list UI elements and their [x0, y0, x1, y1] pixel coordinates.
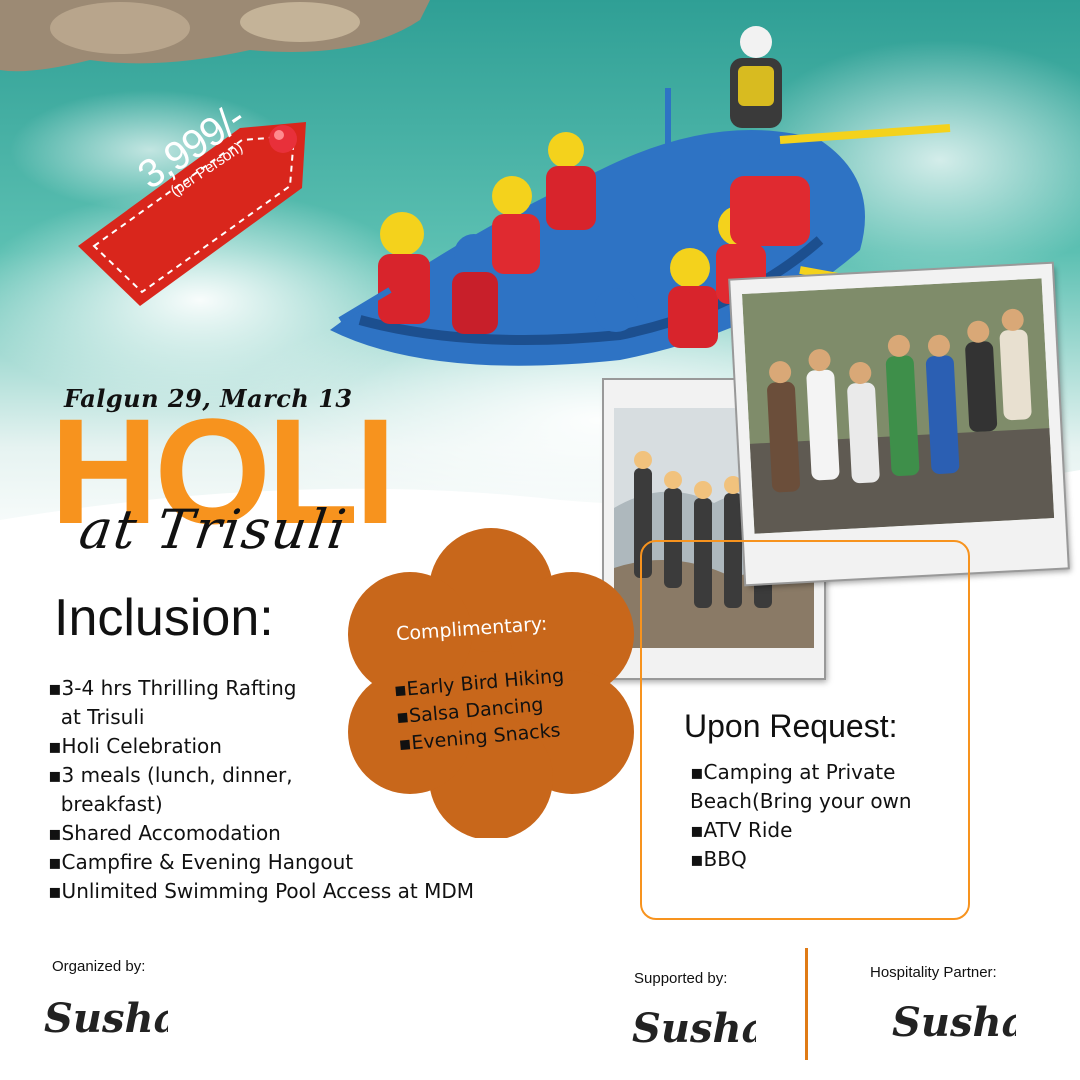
svg-text:Sushan: Sushan [632, 1005, 756, 1052]
organizer-logo: Sushan [44, 995, 168, 1042]
group-photo-wall [730, 263, 1068, 585]
svg-text:Sushan: Sushan [44, 995, 168, 1042]
event-subtitle: at Trisuli [75, 498, 352, 561]
upon-request-list: ▪Camping at Private Beach(Bring your own… [690, 758, 912, 874]
supported-by-label: Supported by: [634, 970, 728, 987]
list-item: ▪Camping at Private Beach(Bring your own [690, 760, 912, 813]
list-item: ▪ATV Ride [690, 818, 793, 842]
hospitality-partner-logo: Sushan [892, 999, 1016, 1046]
organized-by-label: Organized by: [52, 958, 146, 975]
list-item: ▪BBQ [690, 847, 747, 871]
hospitality-partner-label: Hospitality Partner: [870, 964, 997, 981]
complimentary-list: ▪Early Bird Hiking ▪Salsa Dancing ▪Eveni… [393, 663, 570, 759]
supporter-logo: Sushan [632, 1005, 756, 1052]
list-item: ▪Unlimited Swimming Pool Access at MDM [48, 879, 475, 903]
upon-request-heading: Upon Request: [684, 708, 898, 744]
pin-icon [269, 125, 297, 153]
svg-text:Sushan: Sushan [892, 999, 1016, 1046]
inclusion-heading: Inclusion: [54, 589, 274, 647]
list-item: ▪Campfire & Evening Hangout [48, 850, 354, 874]
footer-divider [805, 948, 808, 1060]
